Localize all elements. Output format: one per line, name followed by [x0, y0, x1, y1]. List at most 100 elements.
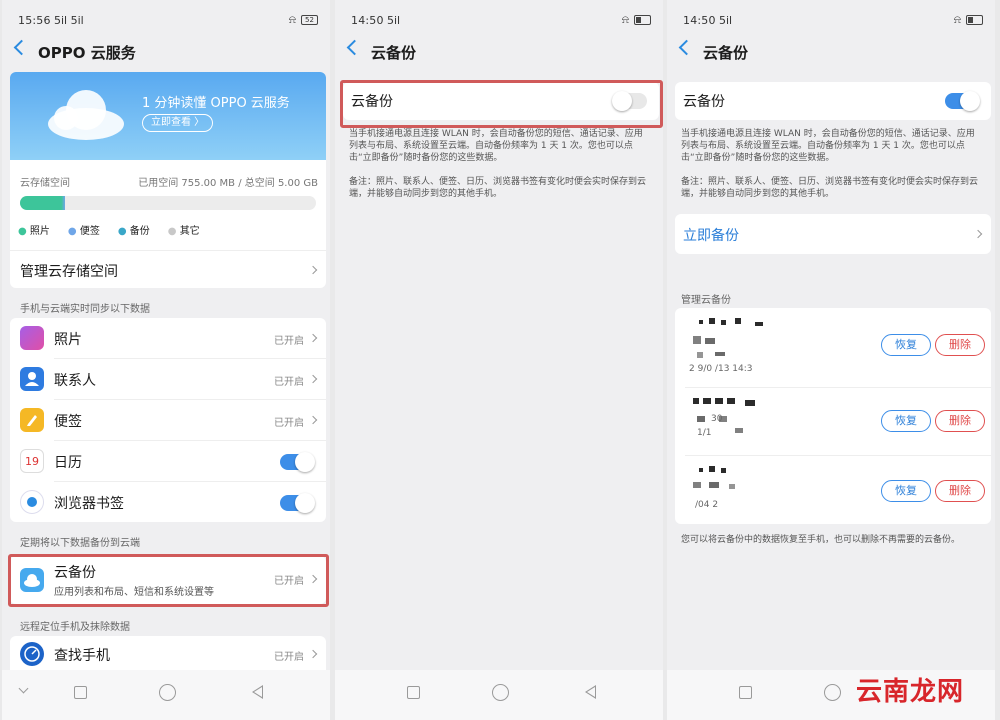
- cloud-backup-icon: [20, 568, 44, 592]
- recent-apps-button[interactable]: [74, 686, 87, 699]
- chevron-right-icon: [308, 649, 318, 659]
- cloud-backup-state: 已开启: [274, 576, 304, 587]
- restore-button[interactable]: 恢复: [881, 410, 931, 432]
- page-title: 云备份: [703, 44, 749, 62]
- backup-now-item[interactable]: 立即备份: [675, 214, 991, 254]
- sync-item-photos[interactable]: 照片 已开启: [10, 318, 326, 359]
- calendar-icon: 19: [20, 449, 44, 473]
- contacts-icon: [20, 367, 44, 391]
- nav-bar: [335, 670, 663, 720]
- home-button[interactable]: [159, 684, 176, 701]
- banner-button[interactable]: 立即查看 〉: [142, 114, 214, 132]
- screen-oppo-cloud: 15:56 5il 5il ⍾ 52 OPPO 云服务 1 分钟读懂 OPPO …: [2, 0, 330, 720]
- sync-card: 照片 已开启 联系人 已开启 便签 已开启 19 日历 浏览器书签: [10, 318, 326, 522]
- delete-button[interactable]: 删除: [935, 410, 985, 432]
- chevron-right-icon: [308, 574, 318, 584]
- sync-item-calendar: 19 日历: [10, 441, 326, 482]
- manage-backup-title: 管理云备份: [681, 295, 731, 306]
- back-icon[interactable]: [678, 39, 695, 56]
- restore-button[interactable]: 恢复: [881, 480, 931, 502]
- legend-item: ● 备份: [117, 226, 150, 237]
- sync-item-contacts[interactable]: 联系人 已开启: [10, 359, 326, 400]
- promo-banner[interactable]: 1 分钟读懂 OPPO 云服务 立即查看 〉: [10, 72, 326, 160]
- watermark-logo: 云南龙网: [855, 677, 964, 707]
- sync-item-label: 日历: [54, 455, 82, 471]
- sync-item-label: 浏览器书签: [54, 496, 124, 512]
- cloud-backup-toggle-row: 云备份: [675, 82, 991, 120]
- delete-button[interactable]: 删除: [935, 334, 985, 356]
- section-backup-title: 定期将以下数据备份到云端: [20, 538, 140, 549]
- storage-label: 云存储空间: [20, 178, 70, 189]
- back-button[interactable]: [252, 685, 263, 699]
- home-button[interactable]: [824, 684, 841, 701]
- signal-icon: 5il: [719, 14, 733, 27]
- title-bar: 云备份: [667, 39, 995, 66]
- cloud-backup-toggle[interactable]: [612, 91, 647, 111]
- sync-item-browser: 浏览器书签: [10, 482, 326, 522]
- battery-icon: 52: [301, 15, 318, 25]
- legend-item: ● 便签: [67, 226, 100, 237]
- note-text: 备注：照片、联系人、便签、日历、浏览器书签有变化时便会实时保存到云端，并能够自动…: [349, 177, 647, 199]
- status-bar: 14:50 5il ⍾: [335, 0, 663, 40]
- section-sync-title: 手机与云端实时同步以下数据: [20, 304, 150, 315]
- backup-entry: /04 2 恢复 删除: [675, 456, 991, 524]
- backup-entry: 30 1/1 恢复 删除: [675, 388, 991, 456]
- restore-button[interactable]: 恢复: [881, 334, 931, 356]
- screen-cloud-backup-on: 14:50 5il ⍾ 云备份 云备份 当手机接通电源且连接 WLAN 时，会自…: [667, 0, 995, 720]
- status-bar: 14:50 5il ⍾: [667, 0, 995, 40]
- title-bar: OPPO 云服务: [2, 39, 330, 66]
- sync-item-notes[interactable]: 便签 已开启: [10, 400, 326, 441]
- page-title: OPPO 云服务: [38, 44, 136, 62]
- chevron-right-icon: [973, 229, 983, 239]
- status-bar: 15:56 5il 5il ⍾ 52: [2, 0, 330, 40]
- screen-cloud-backup-off: 14:50 5il ⍾ 云备份 云备份 当手机接通电源且连接 WLAN 时，会自…: [335, 0, 663, 720]
- section-find-title: 远程定位手机及抹除数据: [20, 622, 130, 633]
- cloud-icon: [48, 90, 124, 140]
- footer-text: 您可以将云备份中的数据恢复至手机，也可以删除不再需要的云备份。: [681, 535, 961, 545]
- toggle-label: 云备份: [683, 94, 725, 110]
- browser-sync-toggle[interactable]: [280, 493, 315, 513]
- delete-button[interactable]: 删除: [935, 480, 985, 502]
- battery-icon: [966, 15, 983, 25]
- find-phone-icon: [20, 642, 44, 666]
- storage-card: 1 分钟读懂 OPPO 云服务 立即查看 〉 云存储空间 已用空间 755.00…: [10, 72, 326, 288]
- cloud-backup-label: 云备份: [54, 565, 96, 581]
- storage-info: 已用空间 755.00 MB / 总空间 5.00 GB: [138, 178, 318, 189]
- nav-bar: [2, 670, 330, 720]
- backup-date: /04 2: [695, 500, 719, 510]
- manage-storage-item[interactable]: 管理云存储空间: [10, 252, 326, 288]
- home-button[interactable]: [492, 684, 509, 701]
- sync-item-state: 已开启: [274, 336, 304, 347]
- backup-date: 1/1: [697, 428, 712, 438]
- sync-item-state: 已开启: [274, 418, 304, 429]
- banner-text: 1 分钟读懂 OPPO 云服务: [142, 96, 290, 111]
- back-button[interactable]: [585, 685, 596, 699]
- backup-now-label: 立即备份: [683, 228, 739, 244]
- find-phone-item[interactable]: 查找手机 已开启: [10, 636, 326, 670]
- page-title: 云备份: [371, 44, 417, 62]
- back-icon[interactable]: [13, 39, 30, 56]
- calendar-sync-toggle[interactable]: [280, 452, 315, 472]
- cloud-backup-toggle[interactable]: [945, 91, 980, 111]
- recent-apps-button[interactable]: [407, 686, 420, 699]
- chevron-down-icon[interactable]: [18, 683, 29, 694]
- cloud-backup-item[interactable]: 云备份 应用列表和布局、短信和系统设置等 已开启: [10, 556, 326, 604]
- recent-apps-button[interactable]: [739, 686, 752, 699]
- backup-date: 2 9/0 /13 14:3: [689, 364, 753, 374]
- alarm-icon: ⍾: [953, 13, 961, 26]
- manage-storage-label: 管理云存储空间: [20, 264, 118, 280]
- legend-item: ● 其它: [167, 226, 200, 237]
- chevron-right-icon: [308, 374, 318, 384]
- sync-item-state: 已开启: [274, 377, 304, 388]
- description-text: 当手机接通电源且连接 WLAN 时，会自动备份您的短信、通话记录、应用列表与布局…: [681, 129, 975, 163]
- back-icon[interactable]: [346, 39, 363, 56]
- find-phone-label: 查找手机: [54, 648, 110, 664]
- backup-list: 2 9/0 /13 14:3 恢复 删除 30 1/1 恢复 删除 /04 2 …: [675, 308, 991, 524]
- signal-icon: 5il 5il: [54, 14, 84, 27]
- note-text: 备注：照片、联系人、便签、日历、浏览器书签有变化时便会实时保存到云端，并能够自动…: [681, 177, 979, 199]
- chevron-right-icon: [308, 415, 318, 425]
- cloud-backup-subtitle: 应用列表和布局、短信和系统设置等: [54, 587, 214, 598]
- storage-bar: [20, 196, 316, 210]
- alarm-icon: ⍾: [621, 13, 629, 26]
- cloud-backup-toggle-row: 云备份: [343, 82, 659, 120]
